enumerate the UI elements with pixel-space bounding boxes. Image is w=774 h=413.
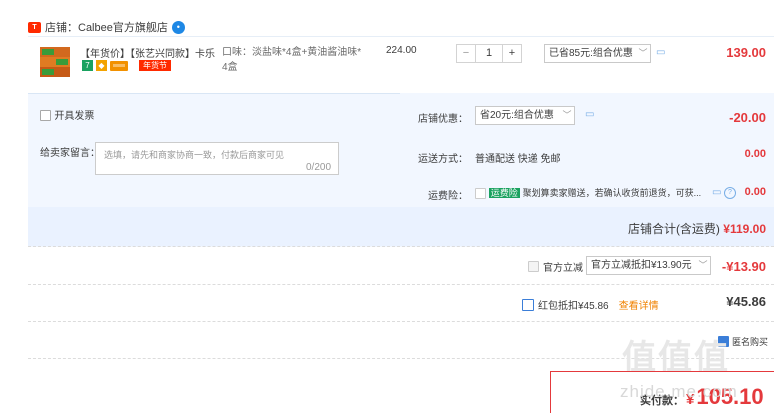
quantity-stepper: − 1 + (456, 44, 522, 63)
seven-day-return-icon: 7 (82, 60, 93, 71)
shop-header: T 店铺： Calbee官方旗舰店 • (28, 19, 185, 35)
product-tags: 7 ◆ 年货节 (82, 60, 171, 71)
red-packet-label: 红包抵扣¥45.86 (538, 301, 609, 312)
official-discount-select[interactable]: 官方立减抵扣¥13.90元 ﹀ (586, 256, 711, 275)
shipping-label: 运送方式： (418, 154, 468, 165)
invoice-option[interactable]: 开具发票 (40, 107, 94, 122)
increase-button[interactable]: + (502, 44, 522, 63)
guarantee-icon: ◆ (96, 60, 107, 71)
shop-total: 店铺合计(含运费) ¥119.00 (560, 220, 766, 237)
invoice-label: 开具发票 (54, 111, 95, 122)
newyear-festival-badge: 年货节 (139, 60, 171, 71)
comment-icon[interactable]: ▭ (712, 187, 721, 198)
freight-insurance-label: 运费险： (428, 191, 468, 202)
anonymous-label: 匿名购买 (732, 337, 769, 347)
freight-insurance-checkbox (475, 187, 486, 199)
item-row-total: 139.00 (726, 45, 766, 60)
product-thumbnail[interactable] (40, 44, 70, 80)
decrease-button[interactable]: − (456, 44, 476, 63)
item-promo-select[interactable]: 已省85元:组合优惠 ﹀ (544, 44, 651, 63)
tmall-icon: T (28, 21, 41, 33)
divider (28, 246, 774, 247)
official-discount-amount: -¥13.90 (721, 259, 766, 274)
official-discount-label: 官方立减 (543, 263, 583, 274)
divider (28, 321, 774, 322)
shop-total-value: ¥119.00 (723, 222, 766, 236)
help-icon[interactable]: ? (724, 187, 736, 199)
buyer-message-input[interactable]: 选填，请先和商家协商一致，付款后商家可见 (95, 142, 339, 175)
official-discount-value: 官方立减抵扣¥13.90元 (591, 260, 692, 271)
shop-discount-amount: -20.00 (729, 110, 766, 125)
quantity-input[interactable]: 1 (476, 44, 502, 63)
item-promo-value: 已省85元:组合优惠 (549, 48, 633, 59)
sku-line: 4盒 (222, 62, 238, 73)
freight-insurance-amount: 0.00 (744, 186, 766, 198)
shop-total-label: 店铺合计(含运费) (627, 222, 720, 236)
shop-discount-value: 省20元:组合优惠 (480, 110, 554, 121)
official-discount-checkbox (528, 261, 539, 272)
shipping-method: 普通配送 快递 免邮 (475, 154, 561, 165)
freight-insurance-badge: 运费险 (488, 188, 520, 198)
freight-insurance-text: 聚划算卖家赠送，若确认收货前退货，可获... (522, 188, 702, 198)
red-packet-details-link[interactable]: 查看详情 (619, 297, 659, 312)
shop-discount-label: 店铺优惠： (418, 114, 468, 125)
shop-discount-select[interactable]: 省20元:组合优惠 ﹀ (475, 106, 575, 125)
product-title[interactable]: 【年货价】【张艺兴同款】卡乐... (80, 45, 215, 60)
credit-card-icon (110, 60, 128, 71)
shop-label: 店铺： (45, 22, 78, 34)
red-packet-amount: ¥45.86 (726, 294, 766, 309)
freight-insurance-info: 运费险 聚划算卖家赠送，若确认收货前退货，可获... (475, 186, 701, 199)
divider (28, 284, 774, 285)
comment-icon[interactable]: ▭ (656, 47, 665, 58)
buyer-message-count: 0/200 (306, 162, 332, 173)
shop-name[interactable]: Calbee官方旗舰店 (78, 19, 168, 35)
sku-info: 口味：淡盐味*4盒+黄油酱油味* 4盒 (222, 45, 362, 75)
chevron-down-icon: ﹀ (562, 110, 572, 120)
shipping-amount: 0.00 (744, 148, 766, 160)
buyer-message-label: 给卖家留言： (40, 148, 100, 159)
red-packet-checkbox[interactable] (522, 298, 534, 311)
sku-line: 口味：淡盐味*4盒+黄油酱油味* (222, 47, 362, 58)
watermark-url: zhide.me.com (620, 382, 738, 401)
red-packet-option: 红包抵扣¥45.86 查看详情 (522, 297, 659, 312)
chat-icon[interactable]: • (171, 20, 185, 34)
unit-price: 224.00 (386, 45, 417, 56)
official-discount-option: 官方立减 (528, 259, 583, 274)
comment-icon[interactable]: ▭ (585, 109, 594, 120)
chevron-down-icon: ﹀ (638, 48, 648, 58)
invoice-checkbox[interactable] (40, 110, 51, 122)
